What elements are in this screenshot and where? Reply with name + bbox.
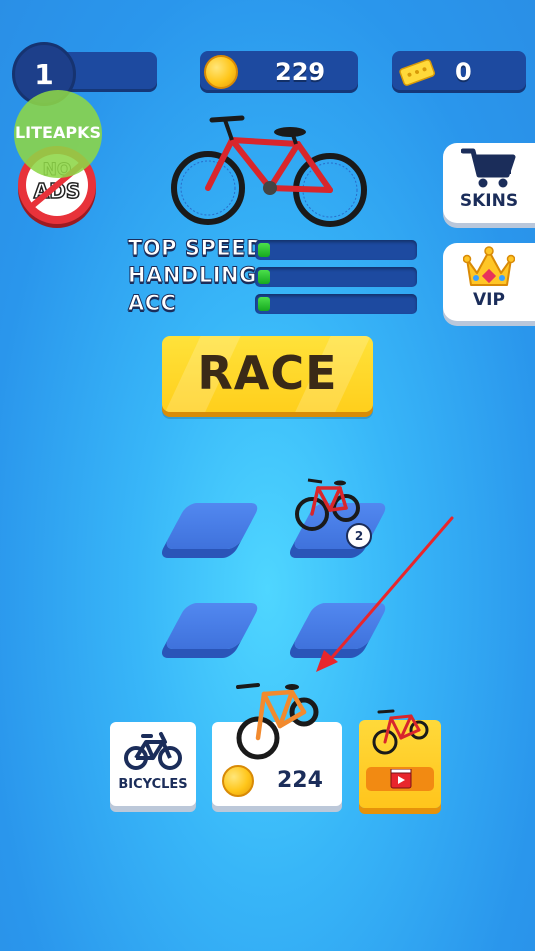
video-ad-icon	[366, 767, 434, 791]
watermark-text: LITEAPKS	[14, 123, 102, 142]
liteapks-watermark: LITEAPKS	[14, 90, 102, 178]
coin-icon	[204, 55, 238, 89]
skins-button[interactable]: SKINS	[443, 143, 535, 223]
coin-counter: 229	[200, 51, 358, 93]
skins-label: SKINS	[459, 191, 519, 211]
bicycle-icon	[124, 732, 182, 770]
buy-price: 224	[277, 768, 323, 793]
reward-bike-image	[372, 709, 429, 755]
stat-label-top-speed: TOP SPEED	[127, 236, 265, 261]
shopping-cart-icon	[461, 148, 516, 188]
stat-bar-handling	[255, 267, 417, 287]
vip-label: VIP	[473, 290, 505, 310]
stat-fill-handling	[258, 270, 270, 284]
stat-label-acc: ACC	[128, 291, 177, 316]
vip-button[interactable]: VIP	[443, 243, 535, 321]
ticket-counter: 0	[392, 51, 526, 93]
race-label: RACE	[197, 346, 338, 400]
bicycles-button[interactable]: BICYCLES	[110, 722, 196, 806]
ticket-amount: 0	[455, 58, 472, 86]
stat-fill-top-speed	[258, 243, 270, 257]
buy-bike-image	[236, 683, 319, 760]
race-button[interactable]: RACE	[162, 336, 373, 412]
ticket-icon	[399, 59, 436, 86]
tutorial-arrow	[316, 516, 454, 672]
video-reward-button[interactable]	[359, 709, 441, 808]
level-number: 1	[34, 57, 54, 91]
selected-bike-image	[171, 115, 367, 227]
crown-icon	[463, 246, 515, 286]
merge-slot-3[interactable]	[162, 603, 262, 649]
coin-icon	[222, 765, 254, 797]
stat-label-handling: HANDLING	[128, 263, 257, 288]
stat-bar-acc	[255, 294, 417, 314]
merge-slot-1[interactable]	[162, 503, 262, 549]
stat-fill-acc	[258, 297, 270, 311]
stat-bar-top-speed	[255, 240, 417, 260]
coin-amount: 229	[275, 58, 326, 86]
bicycles-label: BICYCLES	[118, 777, 188, 792]
